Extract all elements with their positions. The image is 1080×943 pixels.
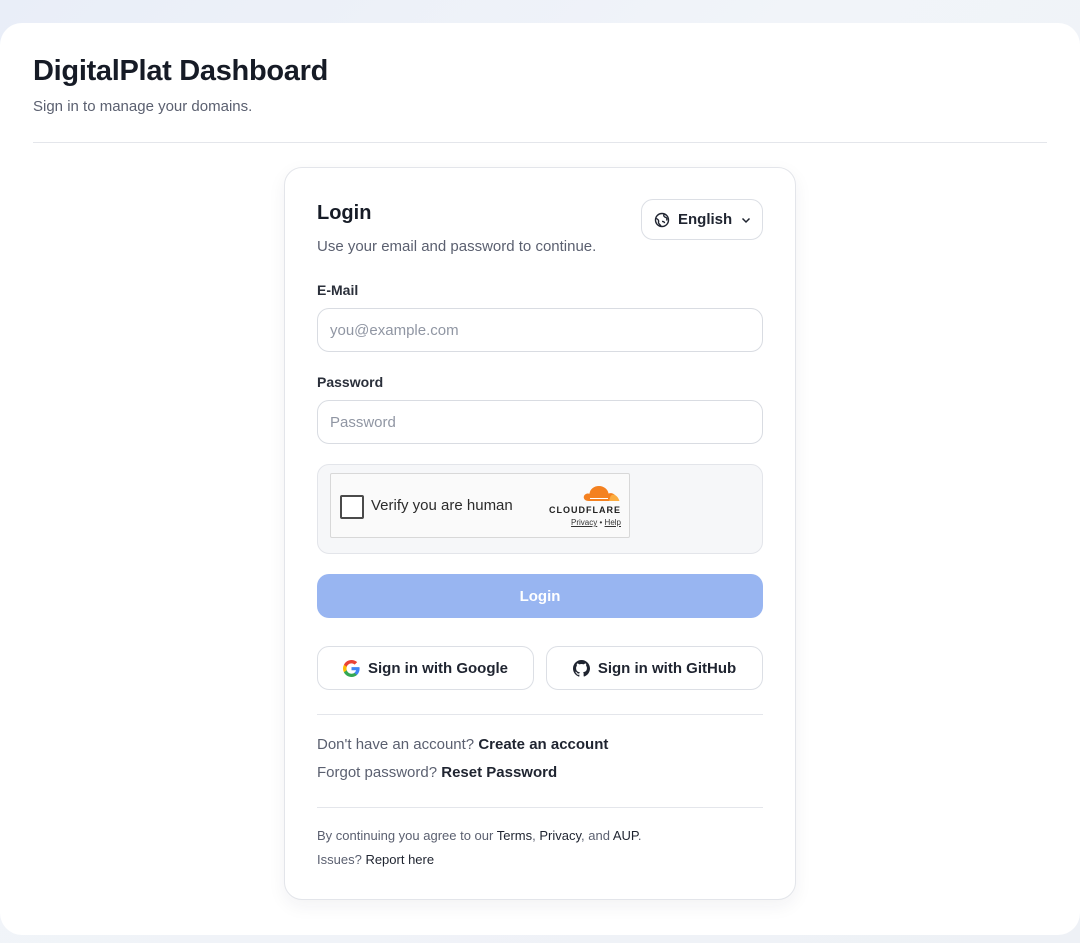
- issues-text: Issues?: [317, 852, 362, 867]
- captcha-checkbox[interactable]: [340, 495, 364, 519]
- cloudflare-brand: CLOUDFLARE Privacy • Help: [545, 484, 621, 527]
- no-account-text: Don't have an account?: [317, 736, 475, 753]
- reset-row: Forgot password? Reset Password: [317, 764, 557, 781]
- legal-comma: ,: [532, 828, 536, 843]
- password-label: Password: [317, 374, 384, 390]
- legal-text: By continuing you agree to our Terms, Pr…: [317, 828, 642, 843]
- signup-row: Don't have an account? Create an account: [317, 736, 608, 753]
- captcha-container: Verify you are human CLOUDFLARE Privacy …: [317, 464, 763, 554]
- login-card: Login Use your email and password to con…: [284, 167, 796, 900]
- password-input[interactable]: [317, 400, 763, 444]
- issues-row: Issues? Report here: [317, 852, 434, 867]
- create-account-link[interactable]: Create an account: [478, 736, 608, 753]
- google-signin-button[interactable]: Sign in with Google: [317, 646, 534, 690]
- aup-link[interactable]: AUP: [613, 828, 638, 843]
- captcha-separator: •: [599, 518, 603, 527]
- terms-link[interactable]: Terms: [497, 828, 532, 843]
- google-signin-label: Sign in with Google: [368, 659, 508, 677]
- captcha-text: Verify you are human: [371, 497, 513, 514]
- language-label: English: [678, 211, 733, 228]
- page-title: DigitalPlat Dashboard: [33, 55, 329, 87]
- cloudflare-name: CLOUDFLARE: [549, 505, 621, 515]
- globe-icon: [654, 212, 670, 228]
- language-select[interactable]: English: [641, 199, 763, 240]
- email-label: E-Mail: [317, 282, 359, 298]
- legal-period: .: [637, 828, 642, 843]
- legal-and: , and: [581, 828, 610, 843]
- report-link[interactable]: Report here: [365, 852, 434, 867]
- chevron-down-icon: [740, 214, 752, 226]
- github-signin-label: Sign in with GitHub: [597, 659, 737, 677]
- captcha-widget: Verify you are human CLOUDFLARE Privacy …: [330, 473, 630, 538]
- page-subtitle: Sign in to manage your domains.: [33, 98, 253, 115]
- cloudflare-logo-icon: [581, 484, 621, 507]
- divider: [317, 807, 763, 808]
- captcha-privacy-link[interactable]: Privacy: [571, 518, 597, 527]
- page-container: DigitalPlat Dashboard Sign in to manage …: [0, 23, 1080, 935]
- header-divider: [33, 142, 1047, 143]
- login-title: Login: [317, 202, 372, 224]
- email-input[interactable]: [317, 308, 763, 352]
- divider: [317, 714, 763, 715]
- login-button[interactable]: Login: [317, 574, 763, 618]
- reset-password-link[interactable]: Reset Password: [441, 764, 557, 781]
- login-subtitle: Use your email and password to continue.: [317, 238, 597, 255]
- legal-prefix: By continuing you agree to our: [317, 828, 494, 843]
- google-icon: [343, 659, 360, 677]
- captcha-links: Privacy • Help: [545, 518, 621, 527]
- github-icon: [572, 659, 590, 677]
- forgot-password-text: Forgot password?: [317, 764, 438, 781]
- github-signin-button[interactable]: Sign in with GitHub: [546, 646, 763, 690]
- privacy-link[interactable]: Privacy: [539, 828, 581, 843]
- captcha-help-link[interactable]: Help: [605, 518, 621, 527]
- page-header: DigitalPlat Dashboard Sign in to manage …: [33, 55, 1047, 115]
